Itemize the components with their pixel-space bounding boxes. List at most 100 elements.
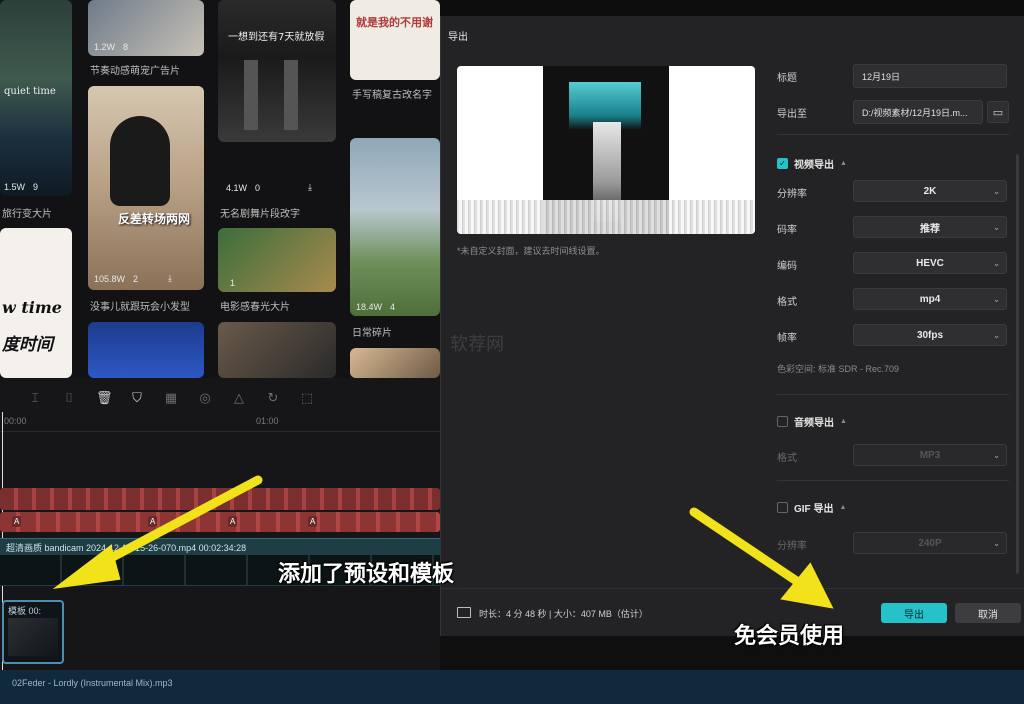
card-uses: 1.2W [94, 42, 116, 52]
card-count: 9 [33, 182, 39, 192]
template-card[interactable]: 1.2W 8 [88, 0, 204, 56]
audio-export-section[interactable]: 音频导出 ▲ [777, 412, 1009, 430]
watermark: 软荐网 [450, 334, 504, 354]
format-row: 格式 mp4 ⌄ [777, 288, 1009, 312]
card-caption: 无名剧舞片段改字 [220, 209, 300, 220]
card-overlay-text: quiet time [4, 86, 56, 97]
download-icon[interactable]: ⤓ [308, 182, 312, 193]
framerate-select[interactable]: 30fps ⌄ [853, 324, 1007, 346]
codec-row: 编码 HEVC ⌄ [777, 252, 1009, 276]
card-overlay-text: 就是我的不用谢 [356, 16, 433, 29]
template-card[interactable]: 18.4W 4 [350, 138, 440, 316]
cover-preview[interactable] [457, 66, 755, 234]
rotate-icon[interactable]: ↻ [266, 391, 280, 405]
resolution-select[interactable]: 2K ⌄ [853, 180, 1007, 202]
audio-export-checkbox[interactable] [777, 415, 788, 427]
chevron-down-icon: ⌄ [993, 539, 1000, 548]
split-icon[interactable]: ⌶ [28, 391, 42, 405]
template-card[interactable]: quiet time 1.5W 9 [0, 0, 72, 196]
template-grid: quiet time 1.5W 9 旅行变大片 w time 度时间 1.2W … [0, 0, 440, 378]
delete-icon[interactable]: 🗑 [96, 391, 113, 405]
video-export-section[interactable]: ✓ 视频导出 ▲ [777, 154, 1009, 172]
mirror-icon[interactable]: △ [232, 391, 246, 405]
resolution-label: 分辨率 [777, 188, 807, 200]
shield-icon[interactable]: ⛉ [130, 391, 144, 405]
template-card[interactable] [88, 322, 204, 378]
card-overlay-text: 反差转场两网 [118, 212, 191, 226]
effect-chip[interactable]: A [308, 516, 318, 527]
format-select[interactable]: mp4 ⌄ [853, 288, 1007, 310]
card-caption: 旅行变大片 [2, 209, 52, 220]
card-meta: 18.4W 4 [356, 302, 395, 312]
export-button[interactable]: 导出 [881, 603, 947, 623]
cover-note: *未自定义封面，建议去时间线设置。 [457, 246, 605, 256]
gif-export-checkbox[interactable] [777, 501, 788, 513]
video-export-label: 视频导出 [794, 159, 834, 171]
color-space-info: 色彩空间: 标准 SDR - Rec.709 [777, 364, 900, 374]
bitrate-row: 码率 推荐 ⌄ [777, 216, 1009, 240]
title-row: 标题 12月19日 [777, 64, 1009, 88]
cancel-button[interactable]: 取消 [955, 603, 1021, 623]
codec-select[interactable]: HEVC ⌄ [853, 252, 1007, 274]
template-card[interactable]: 就是我的不用谢 [350, 0, 440, 80]
export-path-row: 导出至 D:/视频素材/12月19日.m... ▭ [777, 100, 1009, 124]
format-label: 格式 [777, 296, 797, 308]
chevron-down-icon: ⌄ [993, 331, 1000, 340]
reverse-icon[interactable]: ◎ [198, 391, 212, 405]
effect-chip[interactable]: A [228, 516, 238, 527]
template-card[interactable]: 反差转场两网 105.8W 2 ⤓ [88, 86, 204, 290]
card-caption: 节奏动感萌宠广告片 [90, 66, 180, 77]
title-input[interactable]: 12月19日 [853, 64, 1007, 88]
template-card[interactable] [350, 348, 440, 378]
template-clip[interactable]: 模板 00: [2, 600, 64, 664]
card-meta: 1.2W 8 [94, 42, 128, 52]
collapse-icon[interactable]: ▲ [839, 504, 846, 511]
effects-track[interactable]: A A A A [0, 488, 440, 534]
template-card[interactable] [218, 322, 336, 378]
freeze-icon[interactable]: ▦ [164, 391, 178, 405]
chevron-down-icon: ⌄ [993, 223, 1000, 232]
dialog-scrollbar[interactable] [1016, 154, 1019, 574]
effect-chip[interactable]: A [12, 516, 22, 527]
export-dialog: 导出 *未自定义封面，建议去时间线设置。 标题 12月19日 导出至 D:/视频… [440, 16, 1024, 636]
template-card[interactable]: 1 [218, 228, 336, 292]
annotation-presets: 添加了预设和模板 [278, 562, 455, 587]
card-count: 1 [230, 278, 236, 288]
audio-format-label: 格式 [777, 452, 797, 464]
gif-export-section[interactable]: GIF 导出 ▲ [777, 498, 1009, 516]
card-uses: 1.5W [4, 182, 26, 192]
card-meta: 4.1W 0 ⤓ [226, 182, 312, 193]
annotation-free: 免会员使用 [734, 624, 845, 649]
audio-track[interactable]: 02Feder - Lordly (Instrumental Mix).mp3 [0, 670, 1024, 704]
card-overlay-text: 一想到还有7天就放假 [228, 32, 325, 43]
chevron-down-icon: ⌄ [993, 187, 1000, 196]
chevron-down-icon: ⌄ [993, 451, 1000, 460]
timeline-ruler[interactable]: 00:00 01:00 [0, 412, 440, 432]
bitrate-value: 推荐 [920, 223, 940, 235]
format-value: mp4 [919, 293, 941, 305]
background-strip [440, 0, 1024, 16]
download-icon[interactable]: ⤓ [168, 273, 172, 284]
template-card[interactable]: 一想到还有7天就放假 [218, 0, 336, 142]
audio-format-value: MP3 [919, 449, 941, 461]
card-overlay-text: w time [2, 298, 62, 317]
codec-value: HEVC [916, 257, 944, 269]
divider [777, 394, 1009, 395]
collapse-icon[interactable]: ▲ [840, 160, 847, 167]
split-right-icon[interactable]: ⌷ [62, 391, 76, 405]
video-track-label: 超清画质 bandicam 2024-12-12-15-26-070.mp4 0… [6, 543, 247, 553]
gif-resolution-select: 240P ⌄ [853, 532, 1007, 554]
framerate-label: 帧率 [777, 332, 797, 344]
bitrate-select[interactable]: 推荐 ⌄ [853, 216, 1007, 238]
export-path-input[interactable]: D:/视频素材/12月19日.m... [853, 100, 983, 124]
audio-track-label: 02Feder - Lordly (Instrumental Mix).mp3 [12, 678, 173, 688]
effect-chip[interactable]: A [148, 516, 158, 527]
collapse-icon[interactable]: ▲ [840, 418, 847, 425]
template-card[interactable]: w time 度时间 [0, 228, 72, 378]
folder-icon[interactable]: ▭ [987, 101, 1009, 123]
codec-label: 编码 [777, 260, 797, 272]
video-export-checkbox[interactable]: ✓ [777, 157, 788, 169]
audio-export-label: 音频导出 [794, 417, 834, 429]
crop-icon[interactable]: ⬚ [300, 391, 314, 405]
gif-resolution-value: 240P [918, 537, 942, 549]
